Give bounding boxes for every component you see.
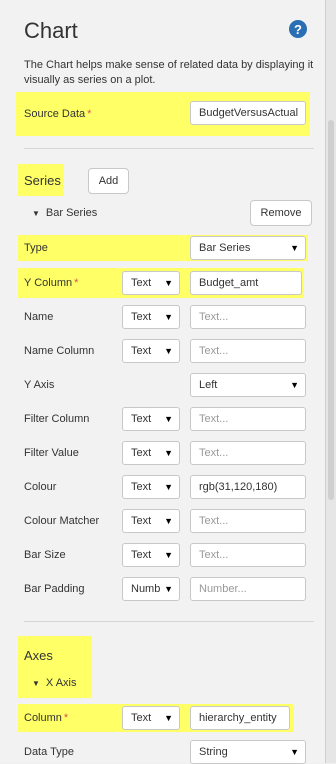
chevron-down-icon: ▼ [164,448,173,458]
chevron-down-icon: ▼ [164,516,173,526]
name-label: Name [24,311,54,323]
chevron-down-icon: ▼ [164,278,173,288]
type-label: Type [24,242,48,254]
colour-label: Colour [24,481,57,493]
remove-series-button[interactable]: Remove [250,200,312,226]
vertical-scrollbar[interactable] [326,0,336,763]
chart-config-panel: Chart ? The Chart helps make sense of re… [0,0,326,764]
name-column-input[interactable]: Text... [190,339,306,363]
y-axis-label: Y Axis [24,379,55,391]
bar-size-input[interactable]: Text... [190,543,306,567]
filter-column-input[interactable]: Text... [190,407,306,431]
data-type-select[interactable]: String ▼ [190,740,306,764]
filter-value-input[interactable]: Text... [190,441,306,465]
chart-description: The Chart helps make sense of related da… [24,59,314,86]
x-axis-toggle[interactable]: ▼ X Axis [32,677,77,689]
y-column-mode-select[interactable]: Text ▼ [122,271,180,295]
type-select[interactable]: Bar Series ▼ [190,236,306,260]
colour-input[interactable]: rgb(31,120,180) [190,475,306,499]
chevron-down-icon: ▼ [290,747,299,757]
bar-size-mode-select[interactable]: Text ▼ [122,543,180,567]
chevron-down-icon: ▼ [290,380,299,390]
filter-column-label: Filter Column [24,413,90,425]
bar-padding-input[interactable]: Number... [190,577,306,601]
column-mode-select[interactable]: Text ▼ [122,706,180,730]
scrollbar-thumb[interactable] [328,120,334,500]
name-mode-select[interactable]: Text ▼ [122,305,180,329]
axes-section-title: Axes [24,648,53,663]
data-type-label: Data Type [24,746,74,758]
chevron-down-icon: ▼ [164,312,173,322]
name-column-mode-select[interactable]: Text ▼ [122,339,180,363]
source-data-label: Source Data * [24,108,92,120]
y-column-label: Y Column * [24,277,79,289]
chevron-down-icon: ▼ [164,713,173,723]
chevron-down-icon: ▼ [164,550,173,560]
column-label: Column * [24,712,69,724]
name-column-label: Name Column [24,345,95,357]
bar-size-label: Bar Size [24,549,66,561]
colour-mode-select[interactable]: Text ▼ [122,475,180,499]
source-data-input[interactable]: BudgetVersusActual [190,101,306,125]
filter-column-mode-select[interactable]: Text ▼ [122,407,180,431]
column-input[interactable]: hierarchy_entity [190,706,290,730]
bar-padding-label: Bar Padding [24,583,85,595]
y-column-input[interactable]: Budget_amt [190,271,302,295]
divider [24,621,314,622]
chevron-down-icon: ▼ [164,346,173,356]
colour-matcher-label: Colour Matcher [24,515,100,527]
filter-value-label: Filter Value [24,447,79,459]
series-section-title: Series [24,173,61,188]
colour-matcher-input[interactable]: Text... [190,509,306,533]
page-title: Chart [24,18,78,43]
colour-matcher-mode-select[interactable]: Text ▼ [122,509,180,533]
chevron-down-icon: ▼ [164,414,173,424]
expand-triangle-icon: ▼ [32,209,40,218]
divider [24,148,314,149]
bar-series-toggle[interactable]: ▼ Bar Series [32,207,97,219]
expand-triangle-icon: ▼ [32,679,40,688]
help-icon[interactable]: ? [289,20,307,38]
add-series-button[interactable]: Add [88,168,129,194]
y-axis-select[interactable]: Left ▼ [190,373,306,397]
name-input[interactable]: Text... [190,305,306,329]
filter-value-mode-select[interactable]: Text ▼ [122,441,180,465]
chevron-down-icon: ▼ [290,243,299,253]
bar-padding-mode-select[interactable]: Numb ▼ [122,577,180,601]
chevron-down-icon: ▼ [164,584,173,594]
chevron-down-icon: ▼ [164,482,173,492]
